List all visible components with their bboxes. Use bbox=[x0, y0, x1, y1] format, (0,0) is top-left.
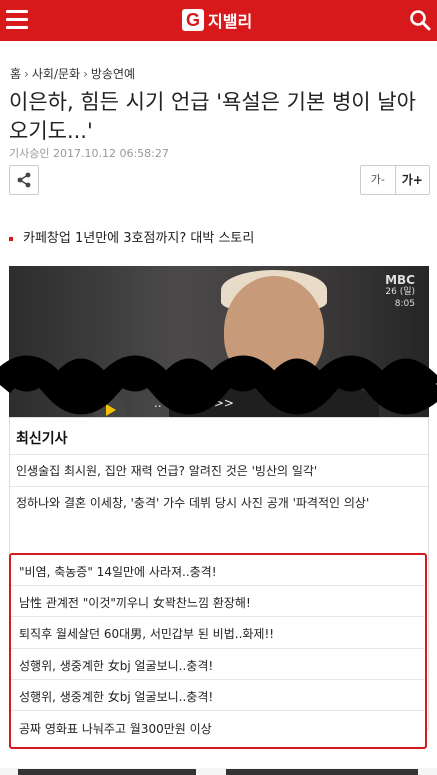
overlay-time: 8:05 bbox=[394, 299, 415, 309]
chevron-right-icon: › bbox=[83, 67, 88, 81]
sponsored-link[interactable]: "비염, 축농증" 14일만에 사라져..충격! bbox=[19, 563, 419, 580]
latest-item[interactable]: 정하나와 결혼 이세창, '충격' 가수 데뷔 당시 사진 공개 '파격적인 의… bbox=[16, 494, 424, 511]
divider bbox=[11, 710, 425, 711]
divider bbox=[10, 454, 428, 455]
top-bar: G 지밸리 bbox=[0, 0, 437, 41]
search-icon[interactable] bbox=[409, 9, 431, 31]
wave-occlusion bbox=[0, 355, 437, 415]
thumbnail[interactable] bbox=[18, 769, 196, 775]
font-smaller-button[interactable]: 가- bbox=[361, 166, 396, 194]
sponsored-links: "비염, 축농증" 14일만에 사라져..충격! 남性 관계전 "이것"끼우니 … bbox=[9, 553, 427, 749]
channel-name: MBC bbox=[385, 273, 415, 287]
sponsored-link[interactable]: 공짜 영화표 나눠주고 월300만원 이상 bbox=[19, 720, 419, 737]
share-icon bbox=[17, 172, 31, 188]
latest-item[interactable]: 인생술집 최시원, 집안 재력 언급? 알려진 것은 '빙산의 일각' bbox=[16, 462, 424, 479]
thumbnail[interactable] bbox=[226, 769, 418, 775]
breadcrumb-home[interactable]: 홈 bbox=[10, 67, 21, 81]
sponsored-link[interactable]: 성행위, 생중계한 女bj 얼굴보니..충격! bbox=[19, 657, 419, 674]
breadcrumb-category[interactable]: 사회/문화 bbox=[32, 67, 80, 81]
breadcrumb-subcategory[interactable]: 방송연예 bbox=[91, 67, 135, 81]
latest-title: 최신기사 bbox=[16, 431, 68, 447]
promo-link[interactable]: 카페창업 1년만에 3호점까지? 대박 스토리 bbox=[9, 227, 254, 246]
font-size-controls: 가- 가+ bbox=[360, 165, 430, 195]
channel-watermark: MBC 26 (일) 8:05 bbox=[385, 274, 415, 310]
logo-mark: G bbox=[182, 9, 204, 31]
chevron-right-icon: › bbox=[24, 67, 29, 81]
sponsored-link[interactable]: 남性 관계전 "이것"끼우니 女꽉찬느낌 환장해! bbox=[19, 594, 419, 611]
divider bbox=[10, 486, 428, 487]
hamburger-icon[interactable] bbox=[6, 10, 28, 30]
divider bbox=[11, 616, 425, 617]
article-title: 이은하, 힘든 시기 언급 '욕설은 기본 병이 날아오기도...' bbox=[9, 90, 416, 143]
promo-text: 카페창업 1년만에 3호점까지? 대박 스토리 bbox=[23, 231, 255, 246]
divider bbox=[11, 648, 425, 649]
overlay-date: 26 (일) bbox=[385, 287, 415, 297]
sponsored-link[interactable]: 성행위, 생중계한 女bj 얼굴보니..충격! bbox=[19, 688, 419, 705]
bullet-icon bbox=[9, 236, 13, 241]
site-logo[interactable]: G 지밸리 bbox=[182, 7, 252, 33]
share-button[interactable] bbox=[9, 165, 39, 195]
breadcrumb: 홈 › 사회/문화 › 방송연예 bbox=[10, 65, 135, 82]
font-larger-button[interactable]: 가+ bbox=[396, 166, 430, 194]
divider bbox=[11, 679, 425, 680]
logo-text: 지밸리 bbox=[208, 12, 253, 31]
article-date: 기사승인 2017.10.12 06:58:27 bbox=[9, 147, 169, 160]
divider bbox=[11, 585, 425, 586]
sponsored-link[interactable]: 퇴직후 월세살던 60대男, 서민갑부 된 비법..화제!! bbox=[19, 625, 419, 642]
